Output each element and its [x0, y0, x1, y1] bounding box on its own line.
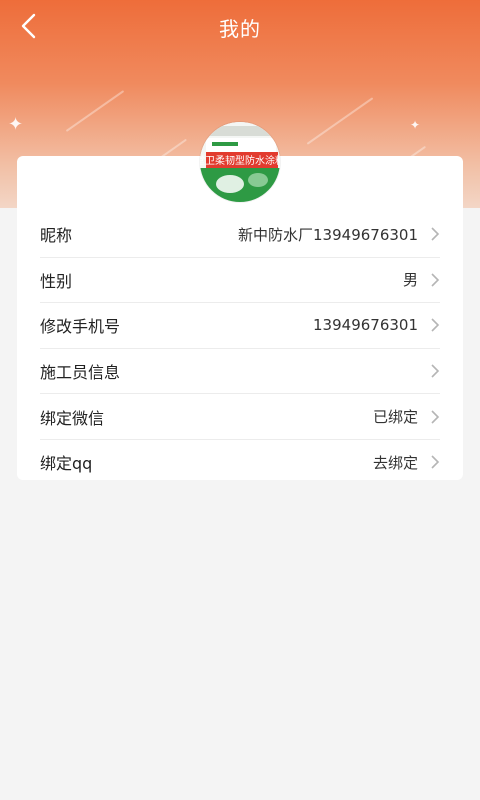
avatar[interactable]: 堂卫柔韧型防水涂料: [200, 122, 280, 202]
chevron-right-icon: [430, 317, 440, 333]
row-bind-wechat[interactable]: 绑定微信 已绑定: [40, 394, 440, 440]
row-label: 修改手机号: [40, 317, 121, 337]
chevron-right-icon: [430, 454, 440, 470]
row-nickname[interactable]: 昵称 新中防水厂13949676301: [40, 212, 440, 258]
row-value: 13949676301: [313, 316, 418, 335]
row-label: 绑定微信: [40, 408, 105, 428]
chevron-right-icon: [430, 409, 440, 425]
sparkle-icon: ✦: [410, 118, 421, 132]
row-label: 性别: [40, 271, 73, 291]
sparkle-icon: ✦: [8, 114, 24, 135]
product-bucket-avatar-icon: 堂卫柔韧型防水涂料: [200, 122, 280, 202]
row-value: 男: [402, 271, 418, 290]
row-label: 施工员信息: [40, 363, 121, 383]
profile-card: 昵称 新中防水厂13949676301 性别 男 修改手机号 139496763…: [17, 156, 463, 480]
page-title: 我的: [219, 17, 261, 41]
row-constructor-info[interactable]: 施工员信息: [40, 349, 440, 395]
row-bind-qq[interactable]: 绑定qq 去绑定: [40, 440, 440, 485]
avatar-label: 堂卫柔韧型防水涂料: [200, 154, 280, 167]
navigation-bar: 我的: [0, 0, 480, 52]
row-label: 绑定qq: [40, 454, 93, 474]
chevron-right-icon: [430, 272, 440, 288]
chevron-right-icon: [430, 226, 440, 242]
row-label: 昵称: [40, 226, 73, 246]
row-gender[interactable]: 性别 男: [40, 258, 440, 304]
row-change-phone[interactable]: 修改手机号 13949676301: [40, 303, 440, 349]
settings-list: 昵称 新中防水厂13949676301 性别 男 修改手机号 139496763…: [40, 212, 440, 485]
row-value: 去绑定: [372, 453, 418, 472]
chevron-right-icon: [430, 363, 440, 379]
row-value: 已绑定: [372, 408, 418, 427]
row-value: 新中防水厂13949676301: [238, 225, 418, 244]
profile-page: ✦ ✦ 我的 昵称 新中防水厂13949676301 性别 男 修改手机号 13…: [0, 0, 480, 800]
